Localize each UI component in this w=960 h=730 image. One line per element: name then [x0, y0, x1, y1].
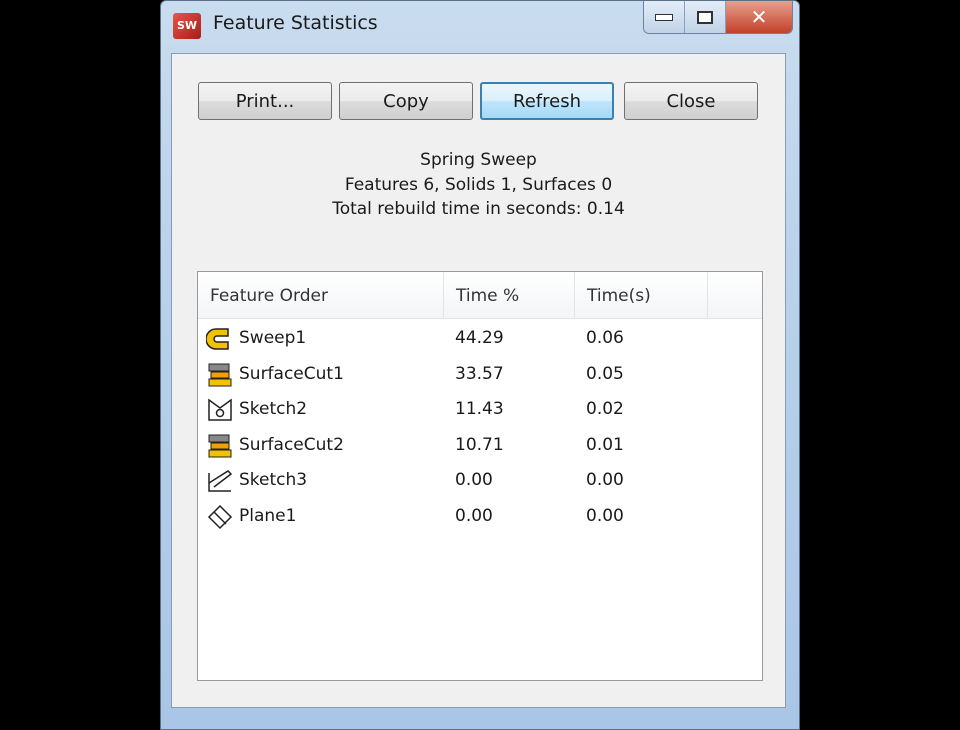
table-row[interactable]: Plane1 0.00 0.00: [198, 499, 762, 534]
window-controls: ✕: [643, 1, 793, 34]
time-seconds: 0.00: [586, 506, 624, 526]
feature-name: Sketch2: [239, 399, 308, 420]
feature-name: Plane1: [239, 506, 297, 526]
time-percent: 0.00: [455, 470, 493, 491]
time-seconds: 0.02: [586, 399, 624, 420]
surface-cut-icon: [206, 361, 234, 389]
table-row[interactable]: Sketch2 11.43 0.02: [198, 392, 762, 427]
refresh-button[interactable]: Refresh: [480, 82, 614, 120]
print-button[interactable]: Print...: [198, 82, 332, 120]
close-button[interactable]: Close: [624, 82, 758, 120]
time-seconds: 0.01: [586, 434, 624, 455]
feature-counts: Features 6, Solids 1, Surfaces 0: [344, 175, 613, 195]
surface-cut-icon: [206, 432, 234, 460]
column-header-time[interactable]: Time(s): [575, 272, 708, 318]
time-seconds: 0.05: [586, 363, 624, 384]
solidworks-icon: SW: [173, 13, 201, 39]
table-row[interactable]: SurfaceCut2 10.71 0.01: [198, 428, 762, 463]
dialog-panel: Print... Copy Refresh Close Spring Sweep…: [171, 53, 786, 708]
minimize-icon: [655, 13, 673, 21]
time-percent: 11.43: [455, 399, 504, 420]
feature-statistics-window: SW Feature Statistics ✕ Print... Copy Re…: [160, 0, 800, 730]
table-row[interactable]: SurfaceCut1 33.57 0.05: [198, 357, 762, 392]
maximize-button[interactable]: [685, 1, 726, 33]
part-name: Spring Sweep: [420, 150, 537, 170]
table-row[interactable]: Sketch3 0.00 0.00: [198, 463, 762, 498]
plane-icon: [206, 503, 234, 531]
sweep-icon: [205, 325, 234, 353]
time-percent: 44.29: [455, 328, 504, 348]
sketch-icon: [206, 396, 234, 424]
time-percent: 33.57: [455, 363, 504, 384]
time-percent: 0.00: [455, 506, 493, 526]
feature-name: Sketch3: [239, 470, 308, 491]
list-header: Feature Order Time % Time(s): [198, 272, 762, 319]
time-percent: 10.71: [455, 434, 504, 455]
feature-name: SurfaceCut2: [239, 434, 344, 455]
copy-button[interactable]: Copy: [339, 82, 473, 120]
rebuild-time: Total rebuild time in seconds: 0.14: [332, 199, 625, 219]
column-header-time-percent[interactable]: Time %: [444, 272, 575, 318]
feature-name: Sweep1: [239, 328, 307, 348]
time-seconds: 0.06: [586, 328, 624, 348]
minimize-button[interactable]: [644, 1, 685, 33]
feature-list[interactable]: Feature Order Time % Time(s) Sweep1 44.2…: [197, 271, 763, 681]
sketch-icon: [206, 467, 234, 495]
close-icon: ✕: [750, 5, 768, 29]
time-seconds: 0.00: [586, 470, 624, 491]
column-header-feature-order[interactable]: Feature Order: [198, 272, 444, 318]
maximize-icon: [697, 10, 713, 24]
close-window-button[interactable]: ✕: [726, 1, 792, 33]
table-row[interactable]: Sweep1 44.29 0.06: [198, 321, 762, 356]
feature-name: SurfaceCut1: [239, 363, 344, 384]
window-title: Feature Statistics: [213, 12, 378, 34]
